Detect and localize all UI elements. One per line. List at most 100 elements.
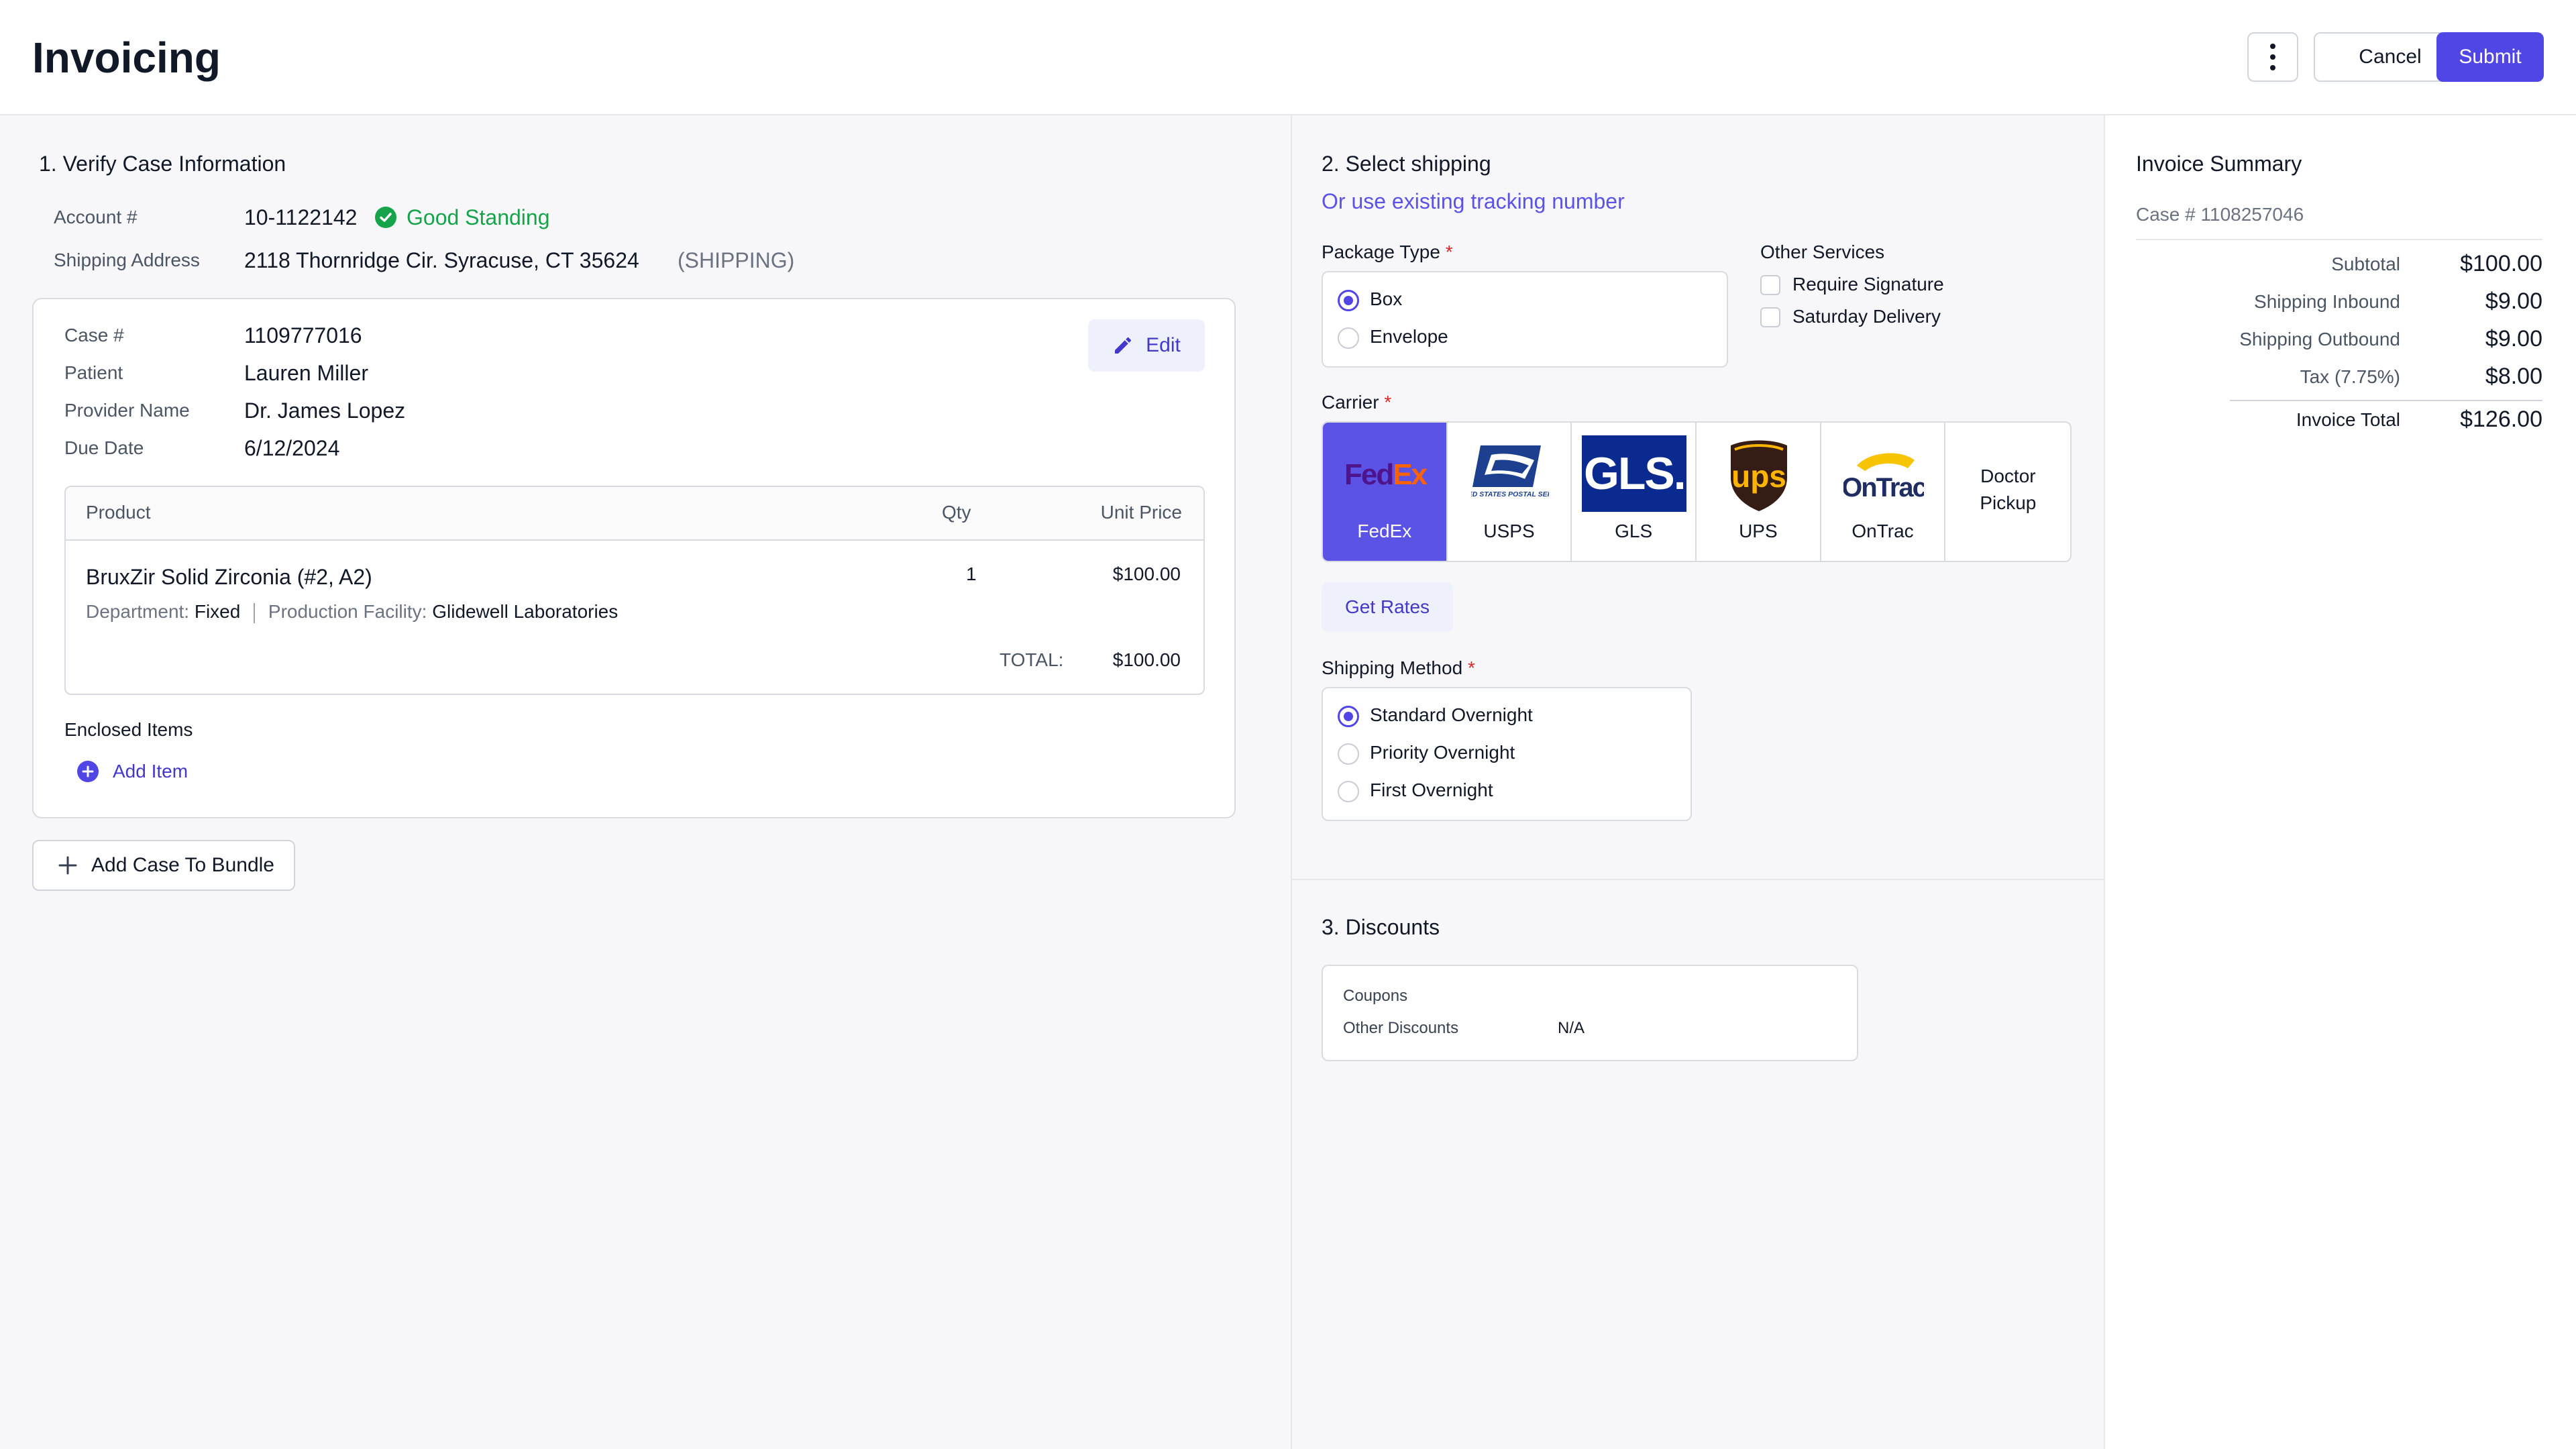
standing-text: Good Standing [407,205,550,229]
package-box-radio[interactable] [1338,290,1359,311]
summary-row-shipping-inbound: Shipping Inbound $9.00 [2230,287,2542,325]
invoice-total-label: Invoice Total [2296,409,2400,430]
priority-overnight-radio[interactable] [1338,743,1359,765]
summary-value: $8.00 [2485,364,2542,389]
carrier-usps[interactable]: UNITED STATES POSTAL SERVICE USPS [1447,423,1572,561]
account-value: 10-1122142 [244,205,358,229]
summary-heading: Invoice Summary [2136,152,2302,176]
ups-logo: ups [1719,437,1799,513]
package-envelope-radio[interactable] [1338,327,1359,349]
col-unit-price: Unit Price [1100,502,1182,523]
add-case-to-bundle-button[interactable]: Add Case To Bundle [32,840,295,891]
case-value: 1109777016 [244,323,362,347]
package-envelope-label: Envelope [1370,326,1448,347]
col-product: Product [86,502,151,523]
fedex-logo-ex: Ex [1393,458,1428,491]
case-label: Case # [64,325,124,345]
product-name: BruxZir Solid Zirconia (#2, A2) [86,565,372,589]
col-qty: Qty [942,502,971,523]
discounts-box [1322,965,1858,1061]
product-table-header [66,487,1203,541]
summary-value: $9.00 [2485,326,2542,352]
gls-logo-text: GLS. [1584,448,1686,499]
plus-icon [58,856,77,875]
first-overnight-label: First Overnight [1370,780,1493,800]
product-price: $100.00 [1112,564,1181,584]
saturday-delivery-checkbox[interactable] [1760,307,1780,327]
summary-row-subtotal: Subtotal $100.00 [2230,250,2542,287]
submit-button[interactable]: Submit [2436,32,2544,82]
page-header: Invoicing Cancel Submit [0,0,2576,115]
facility-label: Production Facility: [268,601,427,622]
carrier-text: Carrier [1322,392,1379,413]
department-value: Fixed [194,601,241,622]
invoice-total-value: $126.00 [2460,407,2542,432]
standard-overnight-label: Standard Overnight [1370,704,1533,725]
summary-value: $100.00 [2460,251,2542,276]
summary-label: Shipping Inbound [2254,291,2400,312]
require-signature-label: Require Signature [1792,274,1944,294]
require-signature-checkbox[interactable] [1760,275,1780,295]
plus-circle-icon [77,761,99,782]
pencil-icon [1115,337,1132,354]
verify-heading: 1. Verify Case Information [39,152,286,176]
carrier-selector: FedEx FedEx UNITED STATES POSTAL SERVICE… [1322,421,2072,562]
address-tag: (SHIPPING) [678,248,795,272]
carrier-doctor-pickup-label: Doctor Pickup [1980,466,2037,513]
carrier-fedex[interactable]: Fed Ex FedEx [1323,423,1448,561]
address-value: 2118 Thornridge Cir. Syracuse, CT 35624 [244,248,639,272]
add-item-button[interactable]: Add Item [76,758,188,785]
package-box-label: Box [1370,288,1403,309]
usps-logo-text: UNITED STATES POSTAL SERVICE [1471,490,1549,498]
carrier-gls[interactable]: GLS. GLS [1572,423,1697,561]
check-circle-icon [375,207,396,228]
discounts-heading: 3. Discounts [1322,915,1440,939]
meta-divider [254,602,256,623]
summary-divider [2136,239,2542,240]
get-rates-button[interactable]: Get Rates [1322,582,1453,632]
tracking-link[interactable]: Or use existing tracking number [1322,186,1625,216]
product-meta: Department: Fixed Production Facility: G… [86,598,618,625]
other-services-label: Other Services [1760,241,1885,262]
provider-label: Provider Name [64,400,190,421]
required-mark: * [1384,392,1392,413]
carrier-ontrac-label: OnTrac [1851,521,1914,541]
patient-value: Lauren Miller [244,361,368,385]
section-divider [1292,879,2104,880]
required-mark: * [1467,657,1475,678]
ups-logo-text: ups [1731,459,1786,494]
other-discounts-value: N/A [1558,1019,1585,1037]
shipping-method-text: Shipping Method [1322,657,1463,678]
required-mark: * [1445,241,1453,262]
provider-value: Dr. James Lopez [244,398,406,423]
summary-label: Shipping Outbound [2239,329,2400,350]
edit-button[interactable]: Edit [1088,319,1205,372]
carrier-fedex-label: FedEx [1357,521,1412,541]
summary-row-shipping-outbound: Shipping Outbound $9.00 [2230,325,2542,362]
summary-row-tax: Tax (7.75%) $8.00 [2230,362,2542,400]
summary-value: $9.00 [2485,288,2542,314]
carrier-doctor-pickup[interactable]: Doctor Pickup [1945,423,2070,561]
edit-label: Edit [1146,334,1181,356]
shipping-method-label: Shipping Method * [1322,655,1475,682]
summary-label: Subtotal [2331,254,2400,274]
first-overnight-radio[interactable] [1338,781,1359,802]
carrier-ontrac[interactable]: OnTrac OnTrac [1821,423,1946,561]
fedex-logo: Fed Ex [1344,437,1428,513]
total-divider [2230,400,2542,401]
usps-logo: UNITED STATES POSTAL SERVICE [1470,437,1550,513]
more-options-button[interactable] [2247,32,2298,82]
carrier-ups[interactable]: ups UPS [1697,423,1821,561]
standard-overnight-radio[interactable] [1338,706,1359,727]
package-type-label: Package Type * [1322,239,1453,266]
add-case-label: Add Case To Bundle [91,854,274,876]
enclosed-heading: Enclosed Items [64,719,193,740]
facility-value: Glidewell Laboratories [432,601,619,622]
summary-label: Tax (7.75%) [2300,366,2400,387]
account-label: Account # [54,207,138,227]
package-type-text: Package Type [1322,241,1440,262]
summary-case-ref: Case # 1108257046 [2136,204,2304,225]
standing-badge: Good Standing [374,205,550,229]
saturday-delivery-label: Saturday Delivery [1792,306,1941,327]
kebab-icon [2270,41,2275,73]
